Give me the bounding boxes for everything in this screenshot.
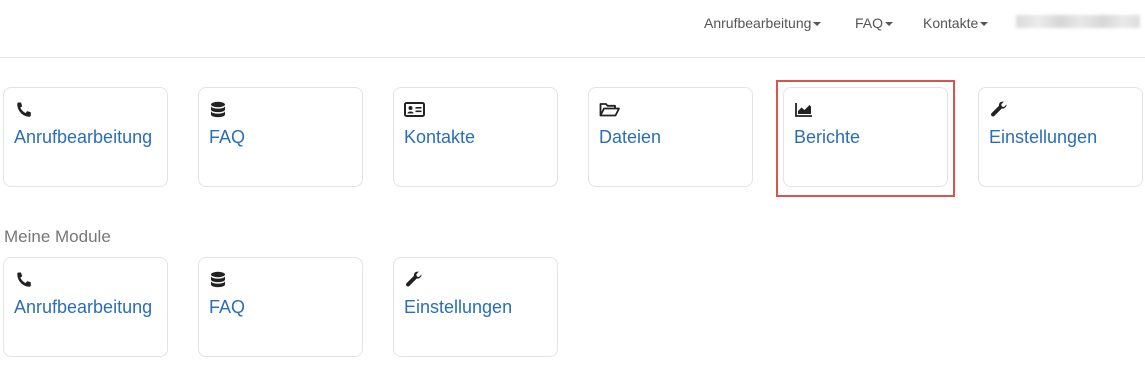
module-label: Kontakte bbox=[404, 127, 476, 147]
nav-dropdown-kontakte[interactable]: Kontakte bbox=[923, 14, 989, 32]
module-tile-faq[interactable]: FAQ bbox=[198, 87, 363, 187]
address-card-icon bbox=[404, 100, 425, 120]
wrench-icon bbox=[989, 100, 1009, 120]
caret-down-icon bbox=[980, 22, 989, 26]
caret-down-icon bbox=[885, 22, 894, 26]
user-menu-redacted[interactable] bbox=[1016, 15, 1140, 28]
module-label: Anrufbearbeitung bbox=[14, 127, 153, 147]
wrench-icon bbox=[404, 270, 424, 290]
nav-dropdown-label: FAQ bbox=[855, 15, 884, 31]
nav-dropdown-label: Kontakte bbox=[923, 15, 979, 31]
my-module-tile-einstellungen[interactable]: Einstellungen bbox=[393, 257, 558, 357]
section-title-meine-module: Meine Module bbox=[4, 227, 111, 246]
module-label: Einstellungen bbox=[989, 127, 1098, 147]
nav-dropdown-faq[interactable]: FAQ bbox=[855, 14, 894, 32]
module-tile-berichte[interactable]: Berichte bbox=[783, 87, 948, 187]
module-tile-kontakte[interactable]: Kontakte bbox=[393, 87, 558, 187]
module-label: FAQ bbox=[209, 127, 246, 147]
top-navbar: Anrufbearbeitung FAQ Kontakte bbox=[0, 0, 1145, 58]
module-label: Berichte bbox=[794, 127, 861, 147]
phone-icon bbox=[14, 100, 34, 120]
module-label: FAQ bbox=[209, 297, 246, 317]
module-tile-anrufbearbeitung[interactable]: Anrufbearbeitung bbox=[3, 87, 168, 187]
caret-down-icon bbox=[813, 22, 822, 26]
my-module-tile-anrufbearbeitung[interactable]: Anrufbearbeitung bbox=[3, 257, 168, 357]
module-label: Einstellungen bbox=[404, 297, 513, 317]
module-tile-einstellungen[interactable]: Einstellungen bbox=[978, 87, 1143, 187]
module-tile-dateien[interactable]: Dateien bbox=[588, 87, 753, 187]
my-module-tile-faq[interactable]: FAQ bbox=[198, 257, 363, 357]
database-icon bbox=[209, 100, 229, 120]
nav-dropdown-anrufbearbeitung[interactable]: Anrufbearbeitung bbox=[704, 14, 822, 32]
folder-open-icon bbox=[599, 100, 620, 120]
module-label: Dateien bbox=[599, 127, 662, 147]
area-chart-icon bbox=[794, 100, 814, 120]
phone-icon bbox=[14, 270, 34, 290]
nav-dropdown-label: Anrufbearbeitung bbox=[704, 15, 812, 31]
module-label: Anrufbearbeitung bbox=[14, 297, 153, 317]
database-icon bbox=[209, 270, 229, 290]
